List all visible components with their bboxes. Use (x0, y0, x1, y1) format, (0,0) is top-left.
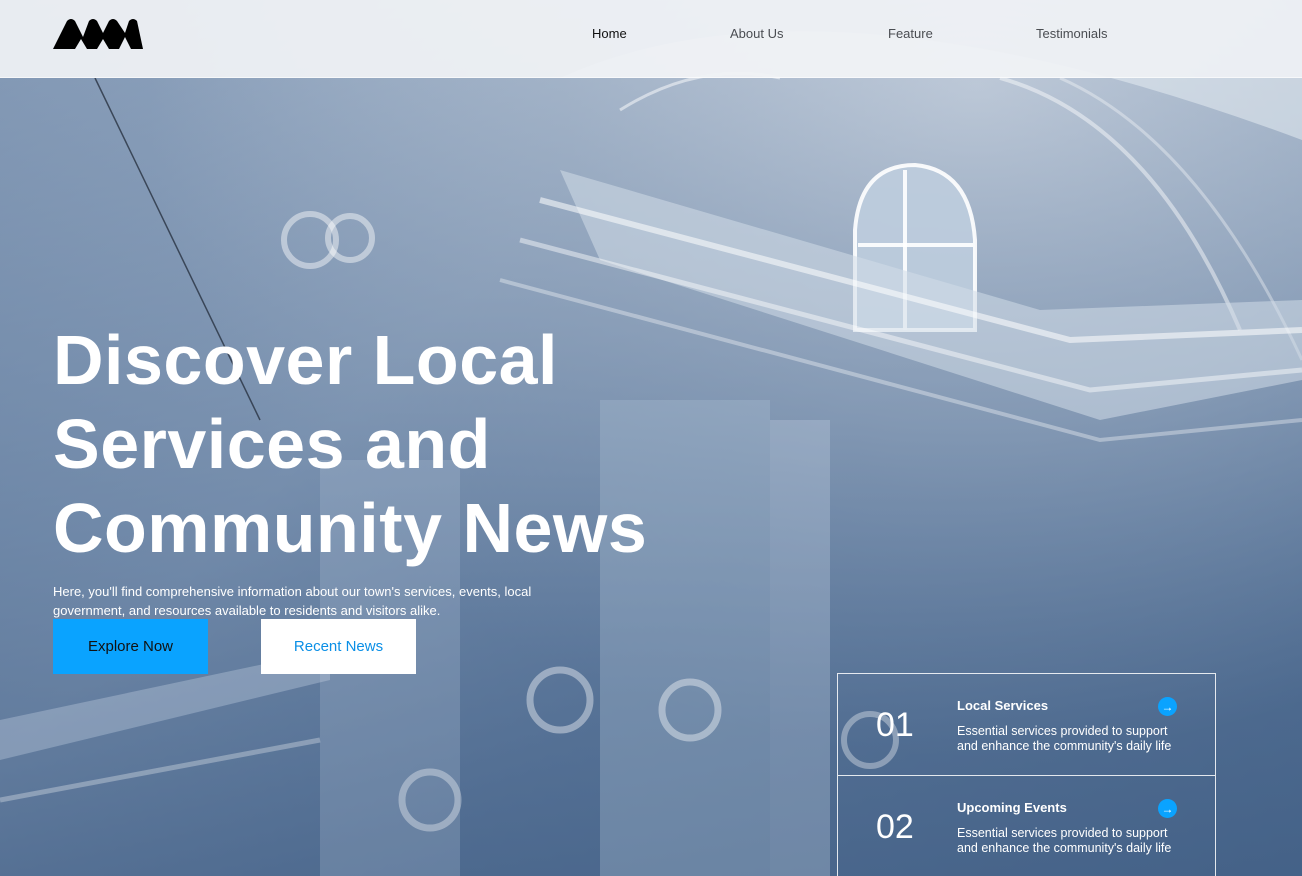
arrow-right-icon[interactable]: → (1158, 697, 1177, 716)
hero-title-line: Services and (53, 405, 491, 483)
arrow-right-icon[interactable]: → (1158, 799, 1177, 818)
card-title: Local Services (957, 698, 1049, 713)
card-description: Essential services provided to support a… (957, 826, 1172, 855)
card-number: 01 (876, 706, 914, 744)
card-title: Upcoming Events (957, 800, 1067, 815)
top-navbar: Home About Us Feature Testimonials (0, 0, 1302, 78)
nav-testimonials[interactable]: Testimonials (1036, 26, 1108, 41)
hero-description: Here, you'll find comprehensive informat… (53, 584, 532, 618)
feature-cards-panel: 01 Local Services Essential services pro… (837, 673, 1216, 876)
card-number: 02 (876, 808, 914, 846)
hero-title: Discover Local Services and Community Ne… (53, 318, 773, 570)
card-description: Essential services provided to support a… (957, 724, 1172, 753)
hero-title-line: Community News (53, 489, 648, 567)
nav-home[interactable]: Home (592, 26, 627, 41)
main-navigation: Home About Us Feature Testimonials (0, 26, 1302, 46)
nav-about-us[interactable]: About Us (730, 26, 783, 41)
recent-news-button[interactable]: Recent News (261, 619, 416, 674)
feature-card-local-services[interactable]: 01 Local Services Essential services pro… (838, 674, 1215, 775)
explore-now-button[interactable]: Explore Now (53, 619, 208, 674)
hero-title-line: Discover Local (53, 321, 558, 399)
nav-feature[interactable]: Feature (888, 26, 933, 41)
feature-card-upcoming-events[interactable]: 02 Upcoming Events Essential services pr… (838, 775, 1215, 876)
